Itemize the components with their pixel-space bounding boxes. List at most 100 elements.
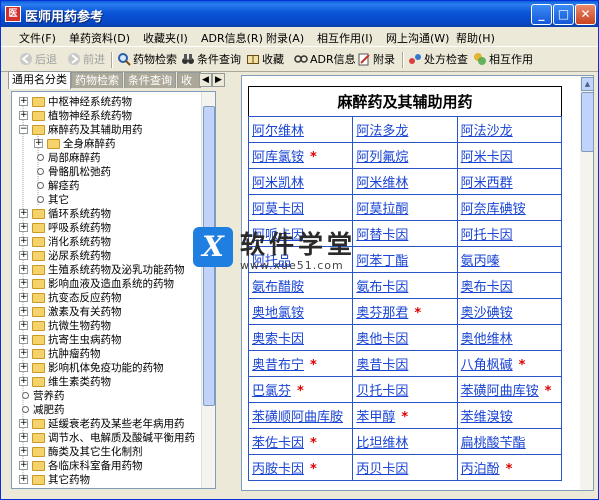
expand-toggle-icon[interactable]: + — [19, 447, 28, 456]
drug-link[interactable]: 八角枫碱 — [461, 358, 513, 373]
prescription-check-button[interactable]: 处方检查 — [408, 51, 468, 69]
appendix-button[interactable]: 附录 — [357, 51, 395, 69]
drug-link[interactable]: 丙贝卡因 — [356, 462, 408, 477]
expand-toggle-icon[interactable]: + — [19, 223, 28, 232]
tree-item[interactable]: 生殖系统药物及泌乳功能药物 — [48, 263, 185, 277]
expand-toggle-icon[interactable]: + — [19, 419, 28, 428]
tab-drug-search[interactable]: 药物检索 — [71, 72, 123, 88]
drug-link[interactable]: 苯甲醇 — [356, 410, 395, 425]
tree-item[interactable]: 调节水、电解质及酸碱平衡用药 — [48, 431, 195, 445]
tree-item[interactable]: 延缓衰老药及某些老年病用药 — [48, 417, 185, 431]
menu-appendix[interactable]: 附录(A) — [266, 30, 304, 46]
tab-scroll-right-icon[interactable]: ▶ — [212, 73, 225, 87]
tree-item[interactable]: 其它 — [48, 193, 69, 207]
drug-link[interactable]: 阿米凯林 — [252, 176, 304, 191]
menu-adr-info[interactable]: ADR信息(R) — [201, 30, 263, 46]
drug-link[interactable]: 阿奈库碘铵 — [461, 202, 526, 217]
expand-toggle-icon[interactable]: + — [19, 335, 28, 344]
expand-toggle-icon[interactable]: + — [34, 139, 43, 148]
tree-item[interactable]: 全身麻醉药 — [63, 137, 116, 151]
drug-link[interactable]: 丙胺卡因 — [252, 462, 304, 477]
favorites-button[interactable]: 收藏 — [246, 51, 284, 69]
drug-link[interactable]: 苯磺阿曲库铵 — [461, 384, 539, 399]
tab-favorites[interactable]: 收藏 — [177, 72, 201, 88]
drug-link[interactable]: 阿莫拉酮 — [356, 202, 408, 217]
collapse-toggle-icon[interactable]: − — [19, 125, 28, 134]
title-bar[interactable]: 医 医师用药参考 _ □ ✕ — [1, 1, 598, 27]
scroll-up-icon[interactable]: ▲ — [581, 77, 593, 91]
expand-toggle-icon[interactable]: + — [19, 307, 28, 316]
tree-item[interactable]: 中枢神经系统药物 — [48, 95, 132, 109]
content-scrollbar[interactable]: ▲ — [580, 76, 593, 490]
interactions-button[interactable]: 相互作用 — [473, 51, 533, 69]
tree-item[interactable]: 其它药物 — [48, 473, 90, 487]
drug-search-button[interactable]: 药物检索 — [117, 51, 177, 69]
expand-toggle-icon[interactable]: + — [19, 461, 28, 470]
expand-toggle-icon[interactable]: + — [19, 433, 28, 442]
menu-interactions[interactable]: 相互作用(I) — [317, 30, 373, 46]
drug-link[interactable]: 奥地氯铵 — [252, 306, 304, 321]
tree-item[interactable]: 局部麻醉药 — [48, 151, 101, 165]
menu-online[interactable]: 网上沟通(W) — [386, 30, 449, 46]
tree-item[interactable]: 植物神经系统药物 — [48, 109, 132, 123]
tree-item[interactable]: 抗肿瘤药物 — [48, 347, 101, 361]
tree-item[interactable]: 影响血液及造血系统的药物 — [48, 277, 174, 291]
drug-link[interactable]: 苯佐卡因 — [252, 436, 304, 451]
drug-link[interactable]: 贝托卡因 — [356, 384, 408, 399]
drug-link[interactable]: 奥布卡因 — [461, 280, 513, 295]
drug-link[interactable]: 阿米维林 — [356, 176, 408, 191]
expand-toggle-icon[interactable]: + — [19, 209, 28, 218]
tree-item[interactable]: 泌尿系统药物 — [48, 249, 111, 263]
adr-info-button[interactable]: ADR信息 — [294, 51, 356, 69]
maximize-button[interactable]: □ — [553, 4, 574, 25]
tab-scroll-left-icon[interactable]: ◀ — [199, 73, 212, 87]
drug-link[interactable]: 奥昔卡因 — [356, 358, 408, 373]
tree-item[interactable]: 激素及有关药物 — [48, 305, 122, 319]
drug-link[interactable]: 阿米西群 — [461, 176, 513, 191]
tree-item[interactable]: 酶类及其它生化制剂 — [48, 445, 143, 459]
tree-item[interactable]: 抗微生物药物 — [48, 319, 111, 333]
expand-toggle-icon[interactable]: + — [19, 111, 28, 120]
expand-toggle-icon[interactable]: + — [19, 293, 28, 302]
drug-link[interactable]: 阿尔维林 — [252, 124, 304, 139]
drug-link[interactable]: 扁桃酸苄酯 — [461, 436, 526, 451]
expand-toggle-icon[interactable]: + — [19, 251, 28, 260]
drug-link[interactable]: 阿托卡因 — [461, 228, 513, 243]
tree-item[interactable]: 解痉药 — [48, 179, 80, 193]
expand-toggle-icon[interactable]: + — [19, 237, 28, 246]
tab-condition-query[interactable]: 条件查询 — [124, 72, 176, 88]
drug-link[interactable]: 比坦维林 — [356, 436, 408, 451]
tree-item[interactable]: 呼吸系统药物 — [48, 221, 111, 235]
drug-link[interactable]: 奥芬那君 — [356, 306, 408, 321]
expand-toggle-icon[interactable]: + — [19, 321, 28, 330]
drug-link[interactable]: 苯维溴铵 — [461, 410, 513, 425]
menu-single-drug[interactable]: 单药资料(D) — [69, 30, 130, 46]
drug-link[interactable]: 奥沙碘铵 — [461, 306, 513, 321]
tree-item[interactable]: 减肥药 — [33, 403, 65, 417]
menu-favorites[interactable]: 收藏夹(I) — [143, 30, 188, 46]
expand-toggle-icon[interactable]: + — [19, 363, 28, 372]
drug-link[interactable]: 阿法沙龙 — [461, 124, 513, 139]
expand-toggle-icon[interactable]: + — [19, 97, 28, 106]
expand-toggle-icon[interactable]: + — [19, 279, 28, 288]
content-scroll-thumb[interactable] — [581, 92, 593, 152]
menu-help[interactable]: 帮助(H) — [456, 30, 495, 46]
tree-item[interactable]: 麻醉药及其辅助用药 — [48, 123, 143, 137]
drug-link[interactable]: 奥昔布宁 — [252, 358, 304, 373]
tree-item[interactable]: 循环系统药物 — [48, 207, 111, 221]
drug-link[interactable]: 奥他卡因 — [356, 332, 408, 347]
drug-link[interactable]: 巴氯芬 — [252, 384, 291, 399]
drug-link[interactable]: 阿米卡因 — [461, 150, 513, 165]
expand-toggle-icon[interactable]: + — [19, 377, 28, 386]
condition-query-button[interactable]: 条件查询 — [181, 51, 241, 69]
expand-toggle-icon[interactable]: + — [19, 475, 28, 484]
tree-item[interactable]: 影响机体免疫功能的药物 — [48, 361, 164, 375]
tree-item[interactable]: 维生素类药物 — [48, 375, 111, 389]
drug-link[interactable]: 阿库氯铵 — [252, 150, 304, 165]
tree-item[interactable]: 各临床科室备用药物 — [48, 459, 143, 473]
back-button[interactable]: 后退 — [19, 51, 57, 69]
minimize-button[interactable]: _ — [531, 4, 552, 25]
tree-item[interactable]: 消化系统药物 — [48, 235, 111, 249]
menu-file[interactable]: 文件(F) — [19, 30, 56, 46]
drug-link[interactable]: 氨丙嗪 — [461, 254, 500, 269]
